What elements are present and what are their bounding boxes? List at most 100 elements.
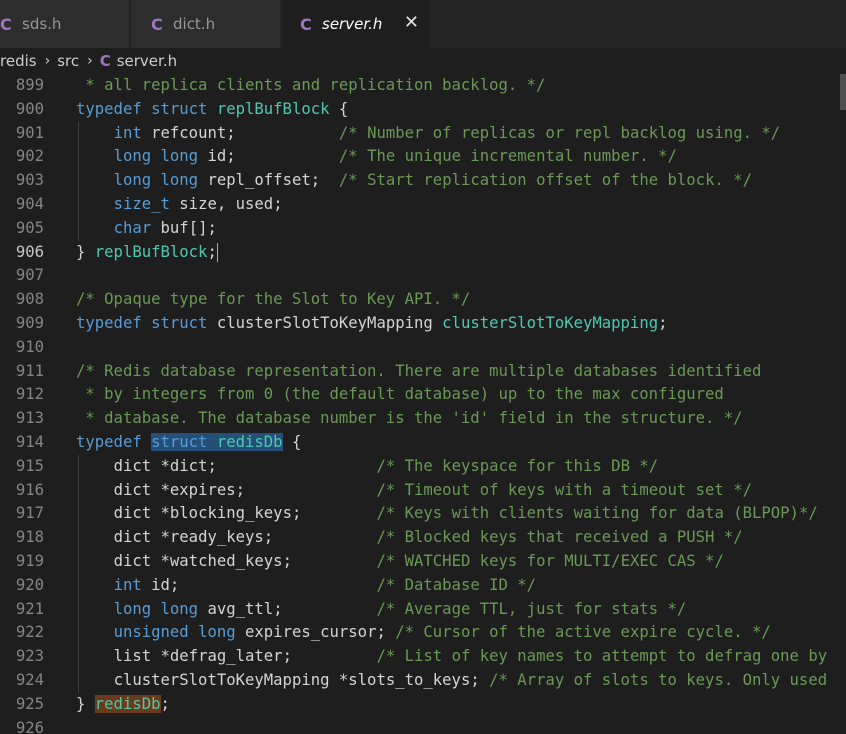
tab-dict-h[interactable]: C dict.h — [131, 0, 281, 48]
tab-label: dict.h — [173, 15, 216, 33]
text-cursor — [216, 242, 218, 262]
code-line[interactable]: 906 } replBufBlock; — [0, 241, 846, 265]
breadcrumb: redis › src › C server.h — [0, 48, 846, 74]
code-text: /* Redis database representation. There … — [76, 361, 762, 380]
code-text: char buf[]; — [113, 218, 217, 237]
line-number: 901 — [15, 123, 44, 142]
code-line[interactable]: 902 long long id; /* The unique incremen… — [0, 145, 846, 169]
code-line[interactable]: 911 /* Redis database representation. The… — [0, 360, 846, 384]
code-line[interactable]: 913 * database. The database number is t… — [0, 407, 846, 431]
c-file-icon: C — [300, 14, 312, 34]
code-text: clusterSlotToKeyMapping *slots_to_keys; … — [113, 671, 828, 689]
breadcrumb-item-src[interactable]: src — [57, 52, 79, 70]
code-editor[interactable]: 899 * all replica clients and replicatio… — [0, 74, 846, 734]
code-line[interactable]: 916 dict *expires; /* Timeout of keys wi… — [0, 479, 846, 503]
line-number: 900 — [15, 99, 44, 118]
line-number: 915 — [15, 456, 44, 475]
code-line[interactable]: 924 clusterSlotToKeyMapping *slots_to_ke… — [0, 669, 846, 693]
line-number: 902 — [15, 147, 44, 166]
line-number: 919 — [15, 552, 44, 570]
code-line[interactable]: 908 /* Opaque type for the Slot to Key AP… — [0, 288, 846, 312]
tab-sds-h[interactable]: C sds.h — [0, 0, 130, 48]
line-number: 909 — [15, 314, 44, 332]
line-number: 903 — [15, 171, 44, 190]
code-text: dict *expires; /* Timeout of keys with a… — [113, 480, 752, 499]
code-line[interactable]: 919 dict *watched_keys; /* WATCHED keys … — [0, 550, 846, 574]
code-text: typedef struct clusterSlotToKeyMapping c… — [76, 314, 668, 332]
code-text: typedef struct redisDb { — [76, 433, 302, 451]
code-text: * database. The database number is the '… — [76, 409, 743, 428]
chevron-right-icon: › — [44, 53, 51, 69]
code-text: dict *blocking_keys; /* Keys with client… — [113, 504, 818, 523]
code-line[interactable]: 914 typedef struct redisDb { — [0, 431, 846, 455]
code-text: long long id; /* The unique incremental … — [113, 147, 677, 166]
breadcrumb-item-server-h[interactable]: server.h — [117, 52, 177, 70]
code-line[interactable]: 900 typedef struct replBufBlock { — [0, 98, 846, 122]
code-line[interactable]: 920 int id; /* Database ID */ — [0, 574, 846, 598]
c-file-icon: C — [0, 14, 12, 34]
code-line[interactable]: 918 dict *ready_keys; /* Blocked keys th… — [0, 526, 846, 550]
code-line[interactable]: 915 dict *dict; /* The keyspace for this… — [0, 455, 846, 479]
line-number: 926 — [15, 718, 44, 734]
line-number: 920 — [15, 575, 44, 594]
code-text: size_t size, used; — [113, 195, 283, 213]
line-number: 922 — [15, 623, 44, 642]
line-number: 925 — [15, 694, 44, 713]
breadcrumb-item-redis[interactable]: redis — [0, 52, 37, 70]
code-line[interactable]: 905 char buf[]; — [0, 217, 846, 241]
code-text: } redisDb; — [76, 694, 170, 713]
tab-server-h[interactable]: C server.h ✕ — [282, 0, 430, 48]
indent-guide — [78, 454, 79, 693]
line-number: 918 — [15, 528, 44, 547]
code-text: /* Opaque type for the Slot to Key API. … — [76, 290, 471, 309]
code-text: * all replica clients and replication ba… — [76, 76, 546, 94]
code-line[interactable]: 899 * all replica clients and replicatio… — [0, 74, 846, 98]
tab-label: sds.h — [22, 15, 62, 33]
c-file-icon: C — [99, 52, 111, 70]
code-line[interactable]: 926 — [0, 717, 846, 734]
line-number: 908 — [15, 290, 44, 309]
code-text: } replBufBlock; — [76, 242, 218, 262]
code-line[interactable]: 910 — [0, 336, 846, 360]
line-number: 907 — [15, 266, 44, 285]
tab-label: server.h — [322, 15, 383, 33]
line-number: 911 — [15, 361, 44, 380]
chevron-right-icon: › — [87, 53, 93, 69]
line-number: 906 — [15, 242, 44, 261]
code-text: dict *dict; /* The keyspace for this DB … — [113, 456, 659, 475]
code-line[interactable]: 901 int refcount; /* Number of replicas … — [0, 122, 846, 146]
code-text: long long avg_ttl; /* Average TTL, just … — [113, 599, 687, 618]
code-text: int id; /* Database ID */ — [113, 575, 537, 594]
code-line[interactable]: 912 * by integers from 0 (the default da… — [0, 383, 846, 407]
code-line[interactable]: 904 size_t size, used; — [0, 193, 846, 217]
line-number: 910 — [15, 337, 44, 356]
code-text: typedef struct replBufBlock { — [76, 99, 349, 118]
code-line[interactable]: 909 typedef struct clusterSlotToKeyMappin… — [0, 312, 846, 336]
code-line[interactable]: 917 dict *blocking_keys; /* Keys with cl… — [0, 502, 846, 526]
line-number: 923 — [15, 647, 44, 666]
line-number: 917 — [15, 504, 44, 523]
close-icon[interactable]: ✕ — [404, 14, 419, 32]
code-line[interactable]: 923 list *defrag_later; /* List of key n… — [0, 645, 846, 669]
line-number: 916 — [15, 480, 44, 499]
line-number: 924 — [15, 671, 44, 689]
code-line[interactable]: 921 long long avg_ttl; /* Average TTL, j… — [0, 598, 846, 622]
code-line[interactable]: 903 long long repl_offset; /* Start repl… — [0, 169, 846, 193]
code-line[interactable]: 907 — [0, 264, 846, 288]
tab-bar: C sds.h C dict.h C server.h ✕ — [0, 0, 846, 48]
code-text: dict *ready_keys; /* Blocked keys that r… — [113, 528, 743, 547]
line-number: 914 — [15, 433, 44, 451]
scrollbar-thumb[interactable] — [840, 74, 846, 110]
code-text: list *defrag_later; /* List of key names… — [113, 647, 828, 666]
line-number: 921 — [15, 599, 44, 618]
code-text: long long repl_offset; /* Start replicat… — [113, 171, 753, 190]
code-line[interactable]: 922 unsigned long expires_cursor; /* Cur… — [0, 621, 846, 645]
line-number: 912 — [15, 385, 44, 404]
line-number: 904 — [15, 195, 44, 213]
code-line[interactable]: 925 } redisDb; — [0, 693, 846, 717]
code-text: dict *watched_keys; /* WATCHED keys for … — [113, 552, 724, 570]
line-number: 913 — [15, 409, 44, 428]
code-text: * by integers from 0 (the default databa… — [76, 385, 724, 404]
code-text: int refcount; /* Number of replicas or r… — [113, 123, 781, 142]
c-file-icon: C — [151, 14, 163, 34]
